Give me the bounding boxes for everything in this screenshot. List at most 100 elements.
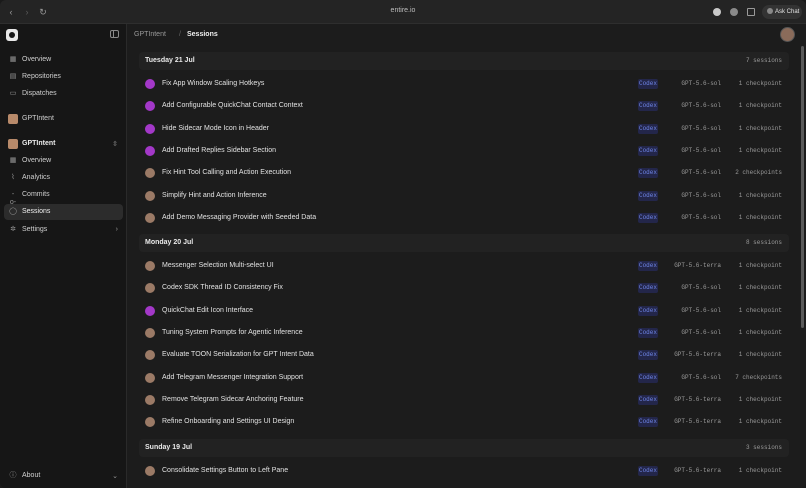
model-label: GPT-5.6-sol <box>681 213 721 221</box>
day-label: Sunday 19 Jul <box>145 443 193 451</box>
sidebar-item-analytics[interactable]: ⌇ Analytics <box>4 170 123 186</box>
session-title[interactable]: Hide Sidecar Mode Icon in Header <box>162 125 269 132</box>
grid-icon: ▦ <box>9 56 17 63</box>
session-title[interactable]: Add Telegram Messenger Integration Suppo… <box>162 374 303 381</box>
sidebar-item-settings[interactable]: ✲ Settings › <box>4 222 123 238</box>
session-title[interactable]: Refine Onboarding and Settings UI Design <box>162 418 294 425</box>
repo-avatar <box>8 139 18 149</box>
session-row[interactable]: Add Demo Messaging Provider with Seeded … <box>139 208 789 228</box>
breadcrumb: GPTIntent / Sessions <box>127 24 806 46</box>
session-count: 3 sessions <box>745 443 782 451</box>
session-title[interactable]: Evaluate TOON Serialization for GPT Inte… <box>162 351 314 358</box>
sidebar-org-switcher[interactable]: GPTIntent <box>4 111 123 127</box>
scrollbar-thumb[interactable] <box>801 46 804 328</box>
user-avatar[interactable] <box>780 27 795 42</box>
sidebar-item-repositories[interactable]: ▤ Repositories <box>4 69 123 85</box>
checkpoint-count: 1 checkpoint <box>738 395 782 403</box>
agent-badge: Codex <box>638 372 658 383</box>
model-label: GPT-5.6-terra <box>674 351 721 359</box>
chat-icon <box>767 8 773 14</box>
session-title[interactable]: QuickChat Edit Icon Interface <box>162 307 253 314</box>
session-row[interactable]: Refine Onboarding and Settings UI Design… <box>139 412 789 432</box>
session-title[interactable]: Tuning System Prompts for Agentic Infere… <box>162 329 303 336</box>
agent-badge: Codex <box>638 465 658 476</box>
address-bar[interactable]: entire.io <box>0 7 806 14</box>
chevron-right-icon: › <box>115 226 118 233</box>
commit-icon: -o- <box>9 191 17 206</box>
agent-badge: Codex <box>638 350 658 361</box>
session-row[interactable]: Fix Hint Tool Calling and Action Executi… <box>139 163 789 183</box>
model-label: GPT-5.6-terra <box>674 418 721 426</box>
model-label: GPT-5.6-sol <box>681 146 721 154</box>
scrollbar[interactable] <box>800 46 805 488</box>
author-avatar <box>145 372 155 383</box>
author-avatar <box>145 123 155 134</box>
record-icon[interactable] <box>730 8 738 16</box>
agent-badge: Codex <box>638 145 658 156</box>
session-row[interactable]: Hide Sidecar Mode Icon in Header Codex GPT… <box>139 119 789 139</box>
session-title[interactable]: Fix App Window Scaling Hotkeys <box>162 80 264 87</box>
collapse-sidebar-icon[interactable] <box>110 30 119 38</box>
browser-toolbar: ‹ › ↻ entire.io Ask Chat <box>0 0 806 24</box>
agent-badge: Codex <box>638 394 658 405</box>
app-logo-icon[interactable] <box>6 29 18 41</box>
agent-badge: Codex <box>638 101 658 112</box>
agent-badge: Codex <box>638 417 658 428</box>
session-title[interactable]: Messenger Selection Multi-select UI <box>162 262 274 269</box>
author-avatar <box>145 328 155 338</box>
session-row[interactable]: Add Configurable QuickChat Contact Conte… <box>139 96 789 116</box>
session-row[interactable]: Messenger Selection Multi-select UI Codex… <box>139 256 789 276</box>
session-count: 8 sessions <box>745 239 782 247</box>
checkpoint-count: 1 checkpoint <box>738 306 782 314</box>
sidebar-item-repo-overview[interactable]: ▦ Overview <box>4 153 123 169</box>
sidebar-repo-switcher[interactable]: GPTIntent ⇳ <box>4 136 123 152</box>
sidebar-item-about[interactable]: ⓘ About ⌄ <box>4 468 123 484</box>
session-row[interactable]: Evaluate TOON Serialization for GPT Inte… <box>139 345 789 365</box>
analytics-icon: ⌇ <box>11 174 15 181</box>
sidebar-item-overview[interactable]: ▦ Overview <box>4 52 123 68</box>
session-title[interactable]: Add Demo Messaging Provider with Seeded … <box>162 214 316 221</box>
session-row[interactable]: Add Telegram Messenger Integration Suppo… <box>139 368 789 388</box>
session-row[interactable]: Tuning System Prompts for Agentic Infere… <box>139 323 789 343</box>
author-avatar <box>145 417 155 428</box>
sidebar-item-commits[interactable]: -o- Commits <box>4 187 123 206</box>
author-avatar <box>145 394 155 405</box>
session-row[interactable]: Add Drafted Replies Sidebar Section Codex… <box>139 141 789 161</box>
session-title[interactable]: Add Drafted Replies Sidebar Section <box>162 147 276 154</box>
breadcrumb-repo[interactable]: GPTIntent <box>134 31 166 38</box>
agent-badge: Codex <box>638 79 658 89</box>
session-title[interactable]: Remove Telegram Sidecar Anchoring Featur… <box>162 396 304 403</box>
session-row[interactable]: Remove Telegram Sidecar Anchoring Featur… <box>139 390 789 410</box>
day-label: Tuesday 21 Jul <box>145 57 195 64</box>
session-title[interactable]: Codex SDK Thread ID Consistency Fix <box>162 284 283 291</box>
session-row[interactable]: Simplify Hint and Action Inference Codex G… <box>139 186 789 206</box>
app-window: ‹ › ↻ entire.io Ask Chat ▦ Overview ▤ Re… <box>0 0 806 488</box>
checkpoint-count: 1 checkpoint <box>738 418 782 426</box>
sidebar: ▦ Overview ▤ Repositories ▭ Dispatches G… <box>0 24 127 488</box>
session-row[interactable]: Fix App Window Scaling Hotkeys Codex GPT-5… <box>139 74 789 94</box>
model-label: GPT-5.6-sol <box>681 329 721 336</box>
sidebar-item-dispatches[interactable]: ▭ Dispatches <box>4 86 123 102</box>
sessions-list: Tuesday 21 Jul 7 sessions Fix App Window S… <box>127 46 800 488</box>
checkpoint-count: 1 checkpoint <box>738 80 782 87</box>
author-avatar <box>145 101 155 112</box>
session-title[interactable]: Add Configurable QuickChat Contact Conte… <box>162 102 303 109</box>
session-title[interactable]: Simplify Hint and Action Inference <box>162 192 267 199</box>
model-label: GPT-5.6-sol <box>681 102 721 110</box>
model-label: GPT-5.6-sol <box>681 373 721 381</box>
session-row[interactable]: Codex SDK Thread ID Consistency Fix Codex… <box>139 278 789 298</box>
sidebar-toggle-icon[interactable] <box>747 8 755 16</box>
day-label: Monday 20 Jul <box>145 239 194 247</box>
chevron-updown-icon: ⇳ <box>112 141 118 148</box>
session-row[interactable]: QuickChat Edit Icon Interface Codex GPT-5.… <box>139 301 789 321</box>
gear-icon: ✲ <box>10 226 16 233</box>
ask-chat-button[interactable]: Ask Chat <box>762 5 802 19</box>
checkpoint-count: 1 checkpoint <box>738 329 782 336</box>
checkpoint-count: 1 checkpoint <box>738 102 782 110</box>
session-row[interactable]: Consolidate Settings Button to Left Pane… <box>139 461 789 481</box>
extension-icon[interactable] <box>713 8 721 16</box>
sidebar-item-sessions[interactable]: ◯ Sessions <box>4 204 123 220</box>
author-avatar <box>145 350 155 361</box>
session-title[interactable]: Consolidate Settings Button to Left Pane <box>162 467 288 474</box>
session-title[interactable]: Fix Hint Tool Calling and Action Executi… <box>162 169 291 176</box>
